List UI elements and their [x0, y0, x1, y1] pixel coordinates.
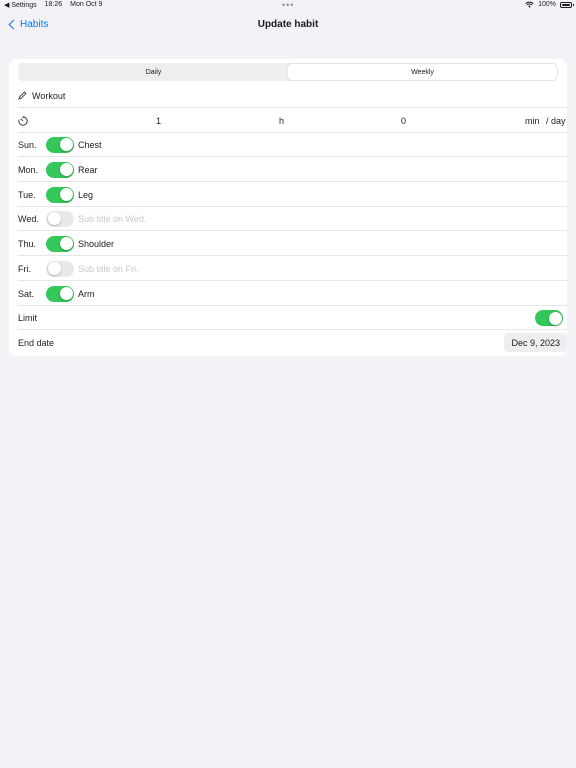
minutes-input[interactable]: 0 — [401, 116, 406, 126]
day-subtitle-input-wed[interactable] — [78, 213, 567, 224]
battery-percent: 100% — [538, 1, 556, 8]
day-row-sun: Sun. — [18, 133, 567, 157]
day-toggle-wed[interactable] — [46, 210, 74, 227]
day-toggle-mon[interactable] — [46, 161, 74, 178]
status-right: 100% — [525, 1, 574, 8]
multitasking-dots-icon[interactable]: ••• — [282, 0, 294, 10]
day-toggle-thu[interactable] — [46, 235, 74, 252]
status-left: ◀ Settings 18:26 Mon Oct 9 — [4, 1, 102, 9]
day-subtitle-input-fri[interactable] — [78, 263, 567, 274]
day-row-sat: Sat. — [18, 282, 567, 306]
segment-daily[interactable]: Daily — [19, 64, 288, 80]
day-row-wed: Wed. — [18, 207, 567, 231]
day-subtitle-input-sat[interactable] — [78, 288, 567, 299]
habit-name-input[interactable]: Workout — [32, 91, 65, 101]
day-row-thu: Thu. — [18, 232, 567, 256]
day-label: Thu. — [18, 238, 37, 249]
day-toggle-fri[interactable] — [46, 260, 74, 277]
limit-label: Limit — [18, 312, 38, 323]
battery-icon — [560, 1, 574, 8]
day-row-fri: Fri. — [18, 257, 567, 281]
day-label: Sat. — [18, 288, 35, 299]
day-subtitle-input-mon[interactable] — [78, 164, 567, 175]
hours-input[interactable]: 1 — [156, 116, 161, 126]
status-time: 18:26 — [44, 1, 63, 8]
back-to-app-link[interactable]: ◀ Settings — [4, 1, 37, 9]
duration-row: 1 h 0 min / day — [18, 109, 567, 133]
habit-form-card: Daily Weekly Workout 1 h 0 min / day Sun… — [9, 59, 567, 356]
per-day-label: / day — [546, 115, 566, 126]
day-subtitle-input-sun[interactable] — [78, 139, 567, 150]
day-label: Tue. — [18, 189, 36, 200]
minutes-unit: min — [525, 115, 540, 126]
status-bar: ◀ Settings 18:26 Mon Oct 9 ••• 100% — [0, 0, 576, 12]
limit-toggle[interactable] — [535, 310, 563, 326]
day-subtitle-input-thu[interactable] — [78, 238, 567, 249]
day-subtitle-input-tue[interactable] — [78, 189, 567, 200]
day-label: Fri. — [18, 263, 31, 274]
status-date: Mon Oct 9 — [70, 1, 103, 8]
navigation-bar: Habits Update habit — [0, 14, 576, 38]
frequency-segmented-control: Daily Weekly — [18, 63, 558, 81]
page-title: Update habit — [257, 19, 319, 30]
end-date-row: End date Dec 9, 2023 — [18, 331, 567, 355]
wifi-icon — [525, 1, 534, 8]
day-toggle-sun[interactable] — [46, 136, 74, 153]
segment-weekly[interactable]: Weekly — [288, 64, 557, 80]
pencil-icon — [18, 91, 27, 100]
limit-row: Limit — [18, 306, 567, 330]
hours-unit: h — [279, 115, 285, 126]
habit-name-row: Workout — [18, 84, 567, 108]
day-toggle-sat[interactable] — [46, 285, 74, 302]
end-date-label: End date — [18, 338, 55, 348]
day-row-mon: Mon. — [18, 158, 567, 182]
day-toggle-tue[interactable] — [46, 186, 74, 203]
end-date-picker[interactable]: Dec 9, 2023 — [504, 333, 567, 352]
timer-icon — [18, 116, 28, 126]
day-label: Wed. — [18, 213, 39, 224]
day-row-tue: Tue. — [18, 183, 567, 207]
day-label: Mon. — [18, 164, 39, 175]
day-label: Sun. — [18, 139, 37, 150]
